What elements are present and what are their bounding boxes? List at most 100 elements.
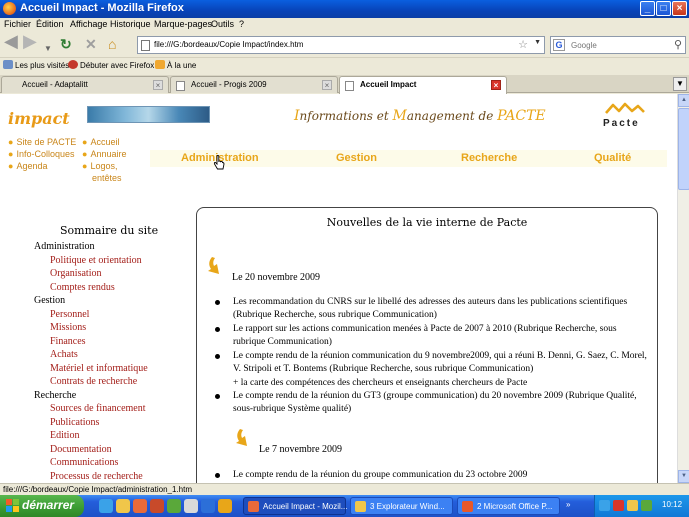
- nav-gestion[interactable]: Gestion: [336, 152, 377, 164]
- minimize-button[interactable]: _: [640, 1, 655, 16]
- tab-accueil-impact[interactable]: Accueil Impact ×: [339, 76, 507, 94]
- pacte-logo-mark: [605, 102, 645, 114]
- bookmark-star-icon[interactable]: ☆: [518, 38, 528, 51]
- history-dropdown-icon[interactable]: ▼: [44, 41, 52, 57]
- link-annuaire[interactable]: ● Annuaire: [82, 148, 126, 160]
- sidebar-link-organisation[interactable]: Organisation: [50, 268, 101, 279]
- tray-network-icon[interactable]: [599, 500, 610, 511]
- bullet: [215, 354, 220, 359]
- quicklaunch-folder-icon[interactable]: [218, 499, 232, 513]
- menu-help[interactable]: ?: [239, 19, 244, 29]
- link-accueil[interactable]: ● Accueil: [82, 136, 126, 148]
- reload-icon[interactable]: ↻: [60, 36, 72, 52]
- sidebar-link-publications[interactable]: Publications: [50, 417, 99, 428]
- sidebar-link-missions[interactable]: Missions: [50, 322, 86, 333]
- nav-recherche[interactable]: Recherche: [461, 152, 517, 164]
- home-icon[interactable]: ⌂: [108, 36, 116, 52]
- bullet: [215, 473, 220, 478]
- scroll-down-button[interactable]: ▼: [678, 470, 689, 483]
- sidebar-link-comptes-rendus[interactable]: Comptes rendus: [50, 282, 115, 293]
- impact-logo: impact: [8, 109, 70, 128]
- quicklaunch-firefox-icon[interactable]: [133, 499, 147, 513]
- tray-volume-icon[interactable]: [641, 500, 652, 511]
- sidebar-link-finances[interactable]: Finances: [50, 336, 86, 347]
- sidebar-link-documentation[interactable]: Documentation: [50, 444, 112, 455]
- taskbar-arrows-icon[interactable]: »: [566, 500, 570, 509]
- tab-close-icon[interactable]: ×: [153, 80, 163, 90]
- sidebar-link-processus[interactable]: Processus de recherche: [50, 471, 143, 482]
- forward-button[interactable]: ▶: [23, 32, 37, 50]
- menu-historique[interactable]: Historique: [110, 19, 151, 29]
- menu-fichier[interactable]: Fichier: [4, 19, 31, 29]
- vertical-scrollbar[interactable]: ▲ ▼: [677, 94, 689, 483]
- scroll-up-button[interactable]: ▲: [678, 94, 689, 107]
- bookmark-getting-started[interactable]: Débuter avec Firefox: [68, 60, 154, 70]
- address-bar[interactable]: file:///G:/bordeaux/Copie Impact/index.h…: [137, 36, 545, 54]
- back-button[interactable]: ◀: [4, 32, 18, 50]
- news-heading: Nouvelles de la vie interne de Pacte: [326, 216, 528, 229]
- search-icon[interactable]: ⚲: [674, 38, 682, 51]
- sidebar-link-contrats[interactable]: Contrats de recherche: [50, 376, 137, 387]
- link-agenda[interactable]: ● Agenda: [8, 160, 76, 172]
- taskbar-firefox[interactable]: Accueil Impact - Mozil...: [243, 497, 347, 515]
- sidebar-link-sources[interactable]: Sources de financement: [50, 403, 146, 414]
- menu-marque-pages[interactable]: Marque-pages: [154, 19, 212, 29]
- maximize-button[interactable]: □: [656, 1, 671, 16]
- sidebar-link-materiel[interactable]: Matériel et informatique: [50, 363, 148, 374]
- tray-security-icon[interactable]: [613, 500, 624, 511]
- bookmark-most-visited[interactable]: Les plus visités: [3, 60, 69, 70]
- quick-links-right: ● Accueil ● Annuaire ● Logos, entêtes: [82, 136, 126, 184]
- close-window-button[interactable]: ×: [672, 1, 687, 16]
- bookmark-folder-icon: [3, 60, 13, 69]
- system-tray: 10:12: [594, 495, 689, 517]
- menu-edition[interactable]: Édition: [36, 19, 64, 29]
- tab-progis[interactable]: Accueil - Progis 2009 ×: [170, 76, 338, 93]
- taskbar-explorer[interactable]: 3 Explorateur Wind...: [350, 497, 453, 515]
- search-input[interactable]: [571, 39, 669, 51]
- list-all-tabs-button[interactable]: ▼: [673, 77, 687, 91]
- link-site-pacte[interactable]: ● Site de PACTE: [8, 136, 76, 148]
- tab-close-icon[interactable]: ×: [491, 80, 501, 90]
- page-content: impact Informations et Management de PAC…: [0, 94, 677, 483]
- bullet: [215, 327, 220, 332]
- quicklaunch-desktop-icon[interactable]: [184, 499, 198, 513]
- start-button[interactable]: démarrer: [0, 495, 84, 517]
- rss-icon: [155, 60, 165, 69]
- sidebar-link-politique[interactable]: Politique et orientation: [50, 255, 142, 266]
- tab-bar: Accueil - Adaptalitt × Accueil - Progis …: [0, 75, 689, 94]
- window-title-bar[interactable]: Accueil Impact - Mozilla Firefox _ □ ×: [0, 0, 689, 18]
- stop-icon[interactable]: ✕: [85, 36, 97, 52]
- search-box[interactable]: G ⚲: [550, 36, 686, 54]
- quicklaunch-media-icon[interactable]: [167, 499, 181, 513]
- quicklaunch-explorer-icon[interactable]: [116, 499, 130, 513]
- sidebar-link-edition[interactable]: Edition: [50, 430, 79, 441]
- menu-affichage[interactable]: Affichage: [70, 19, 107, 29]
- windows-logo-icon: [6, 499, 19, 512]
- quicklaunch-word-icon[interactable]: [201, 499, 215, 513]
- sidebar-link-personnel[interactable]: Personnel: [50, 309, 89, 320]
- sidebar-link-achats[interactable]: Achats: [50, 349, 78, 360]
- page-icon: [141, 40, 150, 51]
- google-icon[interactable]: G: [553, 39, 565, 51]
- tab-adaptalitt[interactable]: Accueil - Adaptalitt ×: [1, 76, 169, 93]
- bookmark-headlines[interactable]: À la une: [155, 60, 196, 70]
- tab-close-icon[interactable]: ×: [322, 80, 332, 90]
- link-logos[interactable]: ● Logos,: [82, 160, 126, 172]
- bullet: [215, 394, 220, 399]
- link-info-colloques[interactable]: ● Info-Colloques: [8, 148, 76, 160]
- nav-qualite[interactable]: Qualité: [594, 152, 631, 164]
- quicklaunch-ie-icon[interactable]: [99, 499, 113, 513]
- tray-app-icon[interactable]: [627, 500, 638, 511]
- quicklaunch-app-icon[interactable]: [150, 499, 164, 513]
- status-bar: file:///G:/bordeaux/Copie Impact/adminis…: [0, 483, 689, 495]
- scroll-thumb[interactable]: [678, 108, 689, 190]
- url-dropdown-icon[interactable]: ▼: [534, 39, 541, 46]
- pacte-logo: Pacte: [602, 102, 650, 132]
- firefox-bookmark-icon: [68, 60, 78, 69]
- banner-image: [87, 106, 210, 123]
- news-item-continuation: + la carte des compétences des chercheur…: [233, 378, 528, 388]
- link-logos-cont[interactable]: entêtes: [82, 172, 126, 184]
- taskbar-office[interactable]: 2 Microsoft Office P...: [457, 497, 560, 515]
- menu-outils[interactable]: Outils: [211, 19, 234, 29]
- sidebar-link-communications[interactable]: Communications: [50, 457, 118, 468]
